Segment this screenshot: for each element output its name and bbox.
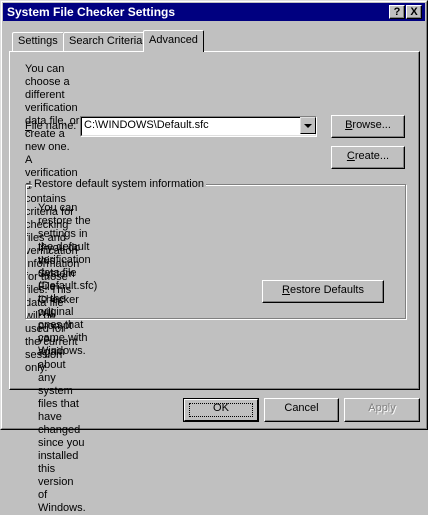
- help-icon: ?: [393, 6, 401, 18]
- browse-button[interactable]: Browse...: [331, 115, 405, 138]
- file-name-label: File name:: [25, 120, 77, 132]
- close-button[interactable]: X: [406, 5, 422, 19]
- restore-group-title: Restore default system information: [32, 178, 206, 191]
- dialog-window: System File Checker Settings ? X Setting…: [0, 0, 428, 514]
- help-button[interactable]: ?: [389, 5, 405, 19]
- tab-advanced[interactable]: Advanced: [143, 30, 204, 52]
- cancel-button[interactable]: Cancel: [264, 398, 339, 422]
- file-name-combobox[interactable]: C:\WINDOWS\Default.sfc: [80, 116, 317, 137]
- tab-settings[interactable]: Settings: [12, 32, 64, 51]
- ok-button[interactable]: OK: [183, 398, 259, 422]
- tab-search-criteria[interactable]: Search Criteria: [63, 32, 149, 51]
- restore-description-2: If you do this, System File Checker will…: [38, 242, 86, 514]
- restore-defaults-button[interactable]: Restore Defaults: [262, 280, 384, 303]
- dropdown-arrow-icon[interactable]: [300, 117, 316, 134]
- apply-button[interactable]: Apply: [344, 398, 420, 422]
- title-bar[interactable]: System File Checker Settings ? X: [3, 3, 425, 21]
- close-icon: X: [410, 6, 418, 18]
- create-button[interactable]: Create...: [331, 146, 405, 169]
- file-name-value: C:\WINDOWS\Default.sfc: [84, 119, 209, 131]
- window-title: System File Checker Settings: [7, 5, 176, 19]
